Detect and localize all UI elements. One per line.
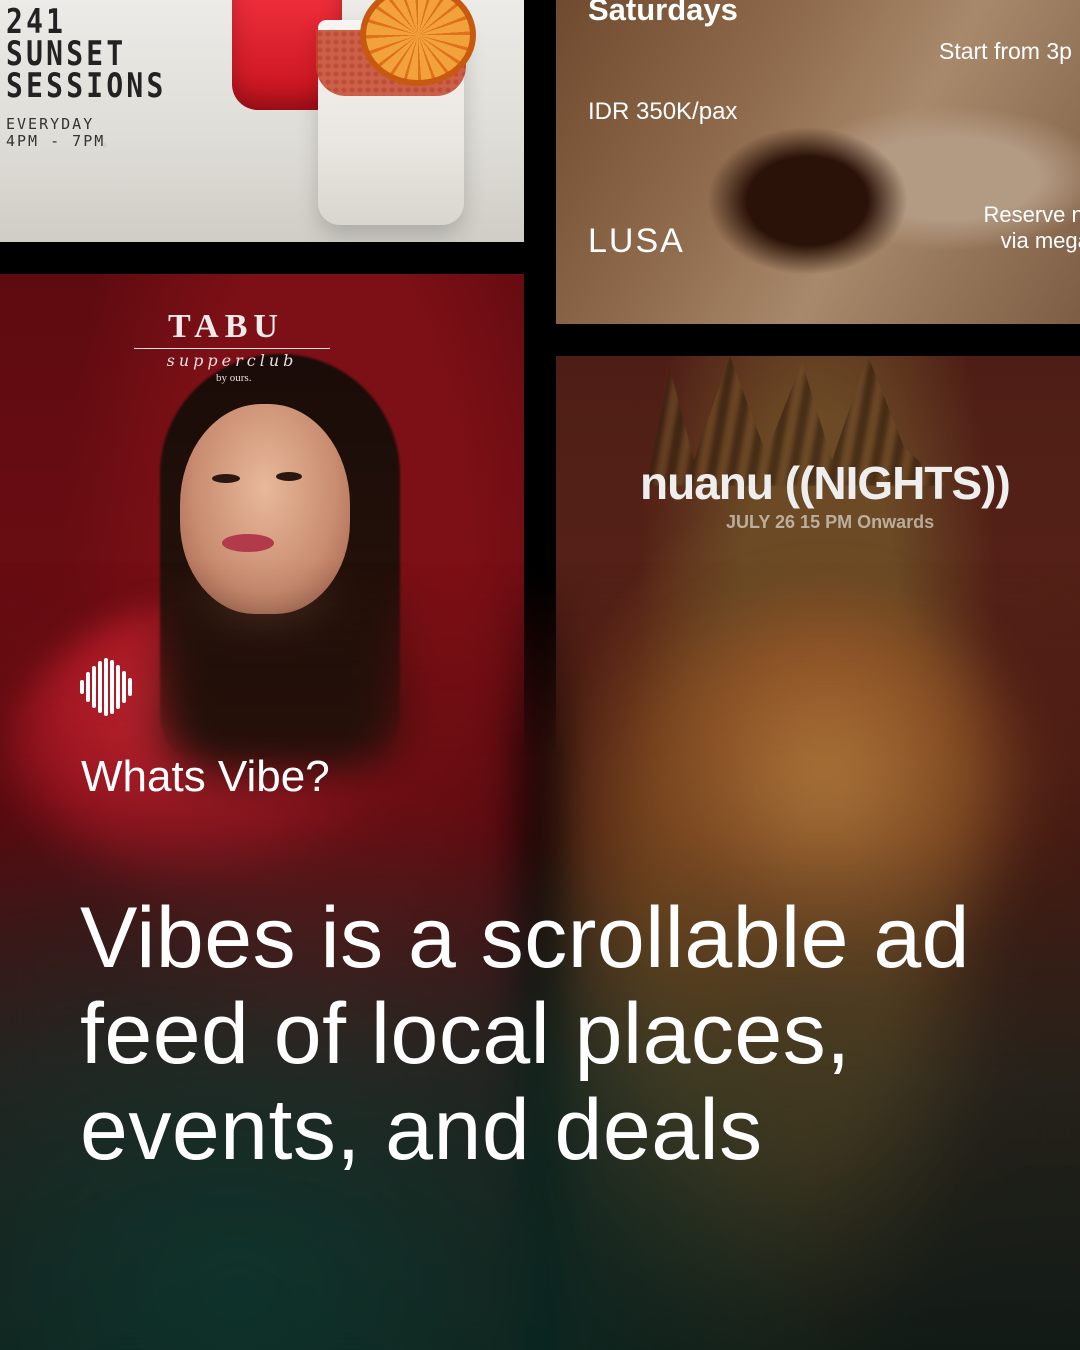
- sunset-sessions-time: EVERYDAY 4PM - 7PM: [6, 115, 106, 150]
- lusa-day: Saturdays: [588, 0, 738, 27]
- lusa-price: IDR 350K/pax: [588, 98, 738, 125]
- sunset-sessions-title: 241 SUNSET SESSIONS: [6, 2, 167, 106]
- sunset-sessions-tile[interactable]: 241 SUNSET SESSIONS EVERYDAY 4PM - 7PM: [0, 0, 524, 242]
- lusa-brand: LUSA: [588, 222, 685, 260]
- tabu-logo: TABU: [168, 308, 284, 345]
- tabu-byline: by ours.: [216, 372, 252, 384]
- headline: Vibes is a scrollable ad feed of local p…: [80, 890, 971, 1178]
- kicker-text: Whats Vibe?: [81, 752, 330, 801]
- waveform-icon: [80, 658, 132, 716]
- lusa-start-time: Start from 3p: [939, 38, 1072, 64]
- model-lips: [222, 534, 274, 552]
- lusa-reserve-note: Reserve no via megat: [983, 202, 1080, 253]
- nuanu-logo: nuanu ((NIGHTS)): [640, 457, 1011, 509]
- lusa-tile[interactable]: Saturdays Start from 3p IDR 350K/pax LUS…: [556, 0, 1080, 324]
- model-eye-left: [212, 474, 240, 483]
- nuanu-date: JULY 26 15 PM Onwards: [726, 512, 935, 532]
- promo-card: 241 SUNSET SESSIONS EVERYDAY 4PM - 7PM S…: [0, 0, 1080, 1350]
- tabu-script: supperclub: [134, 348, 330, 370]
- model-eye-right: [276, 472, 302, 481]
